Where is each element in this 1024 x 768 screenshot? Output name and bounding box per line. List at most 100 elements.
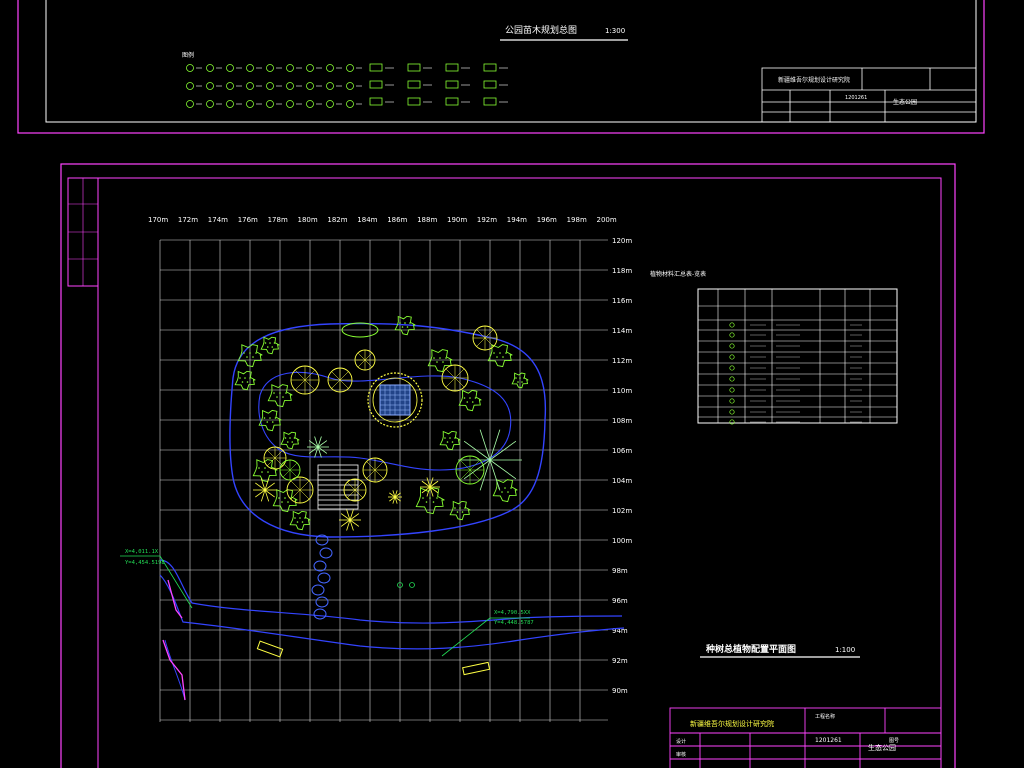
tree-branch bbox=[354, 489, 363, 498]
x-tick-labels: 170m 172m 174m 176m 178m 180m 182m 184m 186m 188m… bbox=[148, 216, 617, 224]
shrub-dot bbox=[507, 491, 509, 493]
x-tick-label: 184m bbox=[357, 216, 377, 224]
stepping-stone bbox=[319, 547, 333, 559]
legend-symbol bbox=[306, 64, 314, 72]
shrub-dot bbox=[274, 417, 277, 419]
x-tick-label: 196m bbox=[537, 216, 557, 224]
shrub-dot bbox=[286, 441, 289, 443]
shrub-dot bbox=[406, 326, 409, 328]
y-tick-label: 102m bbox=[612, 507, 632, 515]
plan-title: 种树总植物配置平面图 bbox=[705, 643, 796, 655]
palm-frond bbox=[479, 429, 491, 461]
shrub-dot bbox=[246, 356, 248, 358]
shrub-dot bbox=[291, 441, 294, 443]
legend-symbol bbox=[306, 100, 314, 108]
x-tick-label: 172m bbox=[178, 216, 198, 224]
shrub-dot bbox=[293, 437, 296, 439]
shrub-dot bbox=[510, 487, 512, 489]
table-symbol bbox=[729, 365, 735, 371]
tree-branch bbox=[299, 489, 310, 500]
legend-symbol bbox=[266, 64, 274, 72]
shrub-dot bbox=[436, 497, 438, 499]
shrub-dot bbox=[519, 377, 521, 379]
shrub-dot bbox=[449, 437, 451, 439]
legend-symbol bbox=[346, 100, 354, 108]
shrub-dot bbox=[444, 437, 446, 439]
tree-branch bbox=[357, 359, 366, 368]
shrub-dot bbox=[429, 497, 431, 499]
upper-sheet-title: 公园苗木规划总图 bbox=[505, 24, 577, 36]
project-code: 1201261 bbox=[815, 737, 842, 744]
legend-hatch bbox=[445, 63, 459, 72]
shrub-dot bbox=[502, 356, 504, 358]
shrub-dot bbox=[263, 417, 266, 419]
stepping-stone bbox=[313, 560, 327, 572]
shrub-dot bbox=[255, 352, 257, 354]
table-symbol bbox=[729, 387, 735, 393]
upper-code: 1201261 bbox=[845, 95, 867, 101]
shrub-dot bbox=[521, 381, 523, 383]
shrub-dot bbox=[433, 357, 435, 359]
table-symbol bbox=[729, 398, 735, 404]
cad-drawing-canvas: 公园苗木规划总图 1:300 图例 新疆维吾尔规划设计研究院 1201261 生… bbox=[17, 0, 985, 768]
legend-symbol bbox=[346, 64, 354, 72]
tree-branch bbox=[294, 369, 306, 381]
shrub-cluster bbox=[280, 431, 300, 450]
legend-hatch bbox=[445, 97, 459, 106]
y-tick-label: 108m bbox=[612, 417, 632, 425]
tree-branch bbox=[469, 469, 481, 481]
legend-hatch bbox=[369, 63, 383, 72]
legend-heading: 图例 bbox=[182, 51, 194, 59]
x-tick-label: 174m bbox=[208, 216, 228, 224]
shrub-dot bbox=[273, 342, 276, 344]
shrub-dot bbox=[404, 322, 406, 324]
legend-hatch bbox=[483, 97, 497, 106]
tree-branch bbox=[454, 377, 465, 388]
shrub-dot bbox=[515, 377, 517, 379]
legend-symbol bbox=[186, 100, 194, 108]
shrub-dot bbox=[269, 417, 271, 419]
shrub-dot bbox=[289, 437, 291, 439]
central-plaza bbox=[367, 372, 423, 428]
shrub-dot bbox=[244, 377, 246, 379]
table-symbol bbox=[729, 343, 735, 349]
x-tick-label: 194m bbox=[507, 216, 527, 224]
shrub-cluster bbox=[234, 370, 256, 391]
tree-branch bbox=[282, 462, 291, 471]
tree-branch bbox=[274, 450, 283, 459]
shrub-dot bbox=[451, 441, 454, 443]
y-tick-label: 100m bbox=[612, 537, 632, 545]
y-tick-label: 120m bbox=[612, 237, 632, 245]
legend-symbol bbox=[226, 64, 234, 72]
y-tick-label: 92m bbox=[612, 657, 628, 665]
shrub-dot bbox=[258, 467, 260, 469]
tree-branch bbox=[357, 352, 366, 361]
upper-sheet: 公园苗木规划总图 1:300 图例 新疆维吾尔规划设计研究院 1201261 生… bbox=[17, 0, 985, 134]
y-tick-labels: 120m 118m 116m 114m 112m 110m 108m 106m 104m 102m… bbox=[612, 237, 632, 695]
legend-symbol bbox=[286, 100, 294, 108]
tree-branch bbox=[331, 379, 341, 389]
legend-symbol bbox=[246, 100, 254, 108]
shrub-dot bbox=[454, 507, 456, 509]
legend-hatch bbox=[483, 63, 497, 72]
legend-symbol bbox=[286, 82, 294, 90]
x-tick-label: 182m bbox=[327, 216, 347, 224]
bench-left bbox=[256, 640, 284, 658]
shrub-dot bbox=[401, 326, 404, 328]
shrub-dot bbox=[461, 511, 464, 513]
stepping-stone bbox=[317, 572, 331, 584]
shrub-dot bbox=[249, 352, 251, 354]
palm-frond bbox=[489, 440, 517, 461]
shrub-dot bbox=[273, 392, 275, 394]
shrub-cluster bbox=[458, 389, 482, 412]
legend-hatch bbox=[407, 63, 421, 72]
x-tick-label: 176m bbox=[238, 216, 258, 224]
shrub-dot bbox=[243, 352, 245, 354]
x-tick-label: 198m bbox=[567, 216, 587, 224]
shrub-dot bbox=[474, 397, 477, 399]
plant-schedule-table bbox=[697, 288, 898, 425]
coordinate-grid bbox=[159, 239, 608, 722]
shrub-cluster bbox=[272, 489, 298, 513]
tree-branch bbox=[366, 461, 376, 471]
shrub-dot bbox=[281, 501, 283, 503]
